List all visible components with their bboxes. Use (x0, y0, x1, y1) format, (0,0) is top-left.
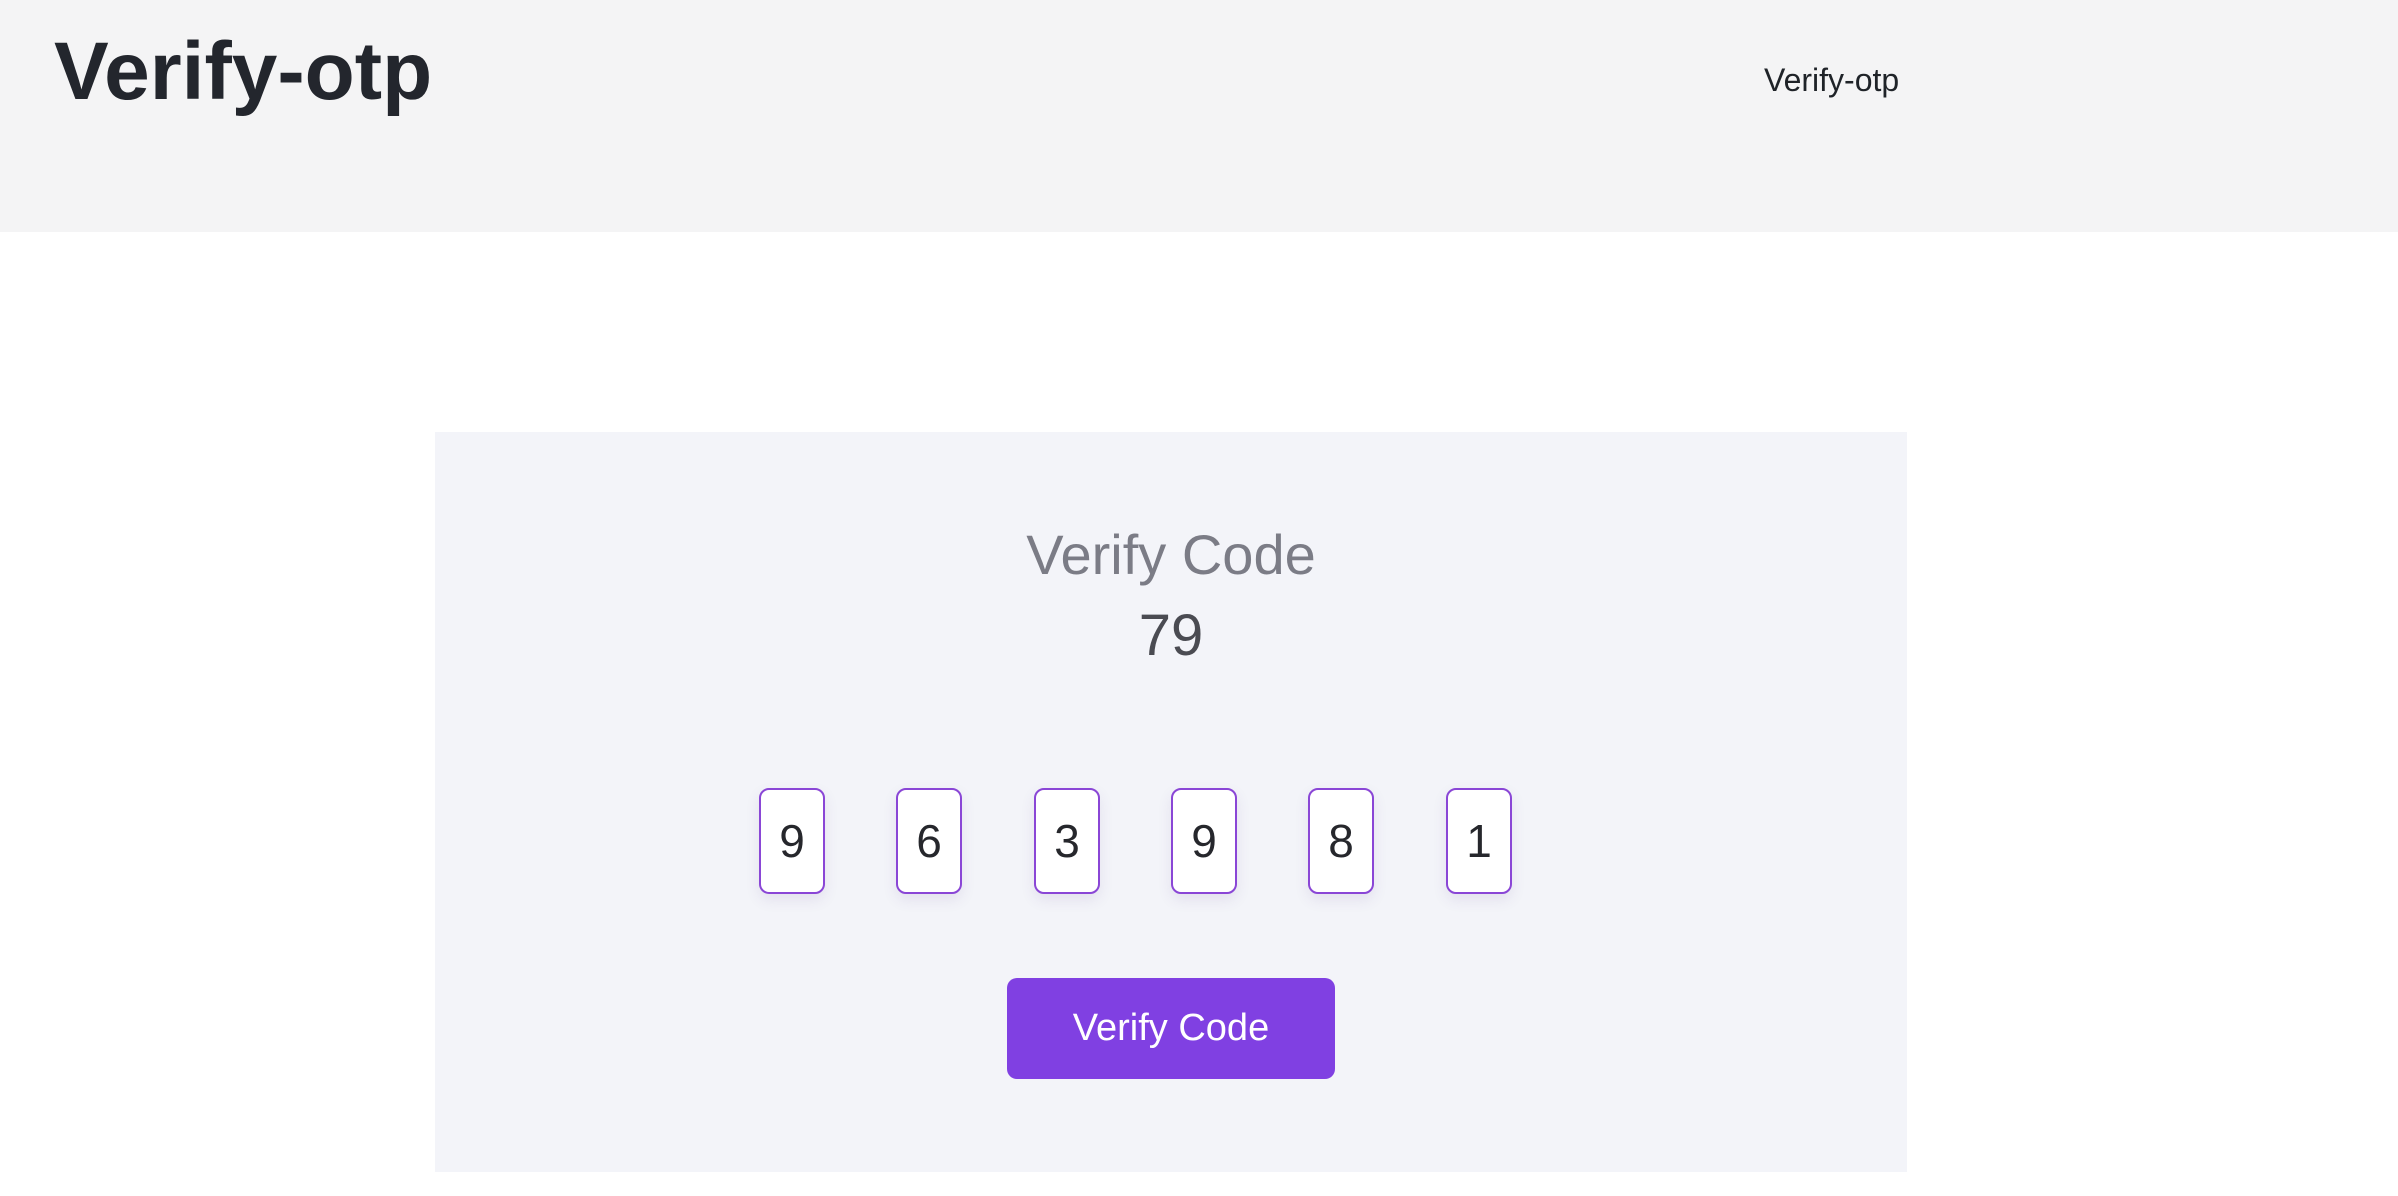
page-header: Verify-otp Verify-otp (0, 0, 2398, 232)
otp-digit-input-5[interactable] (1308, 788, 1374, 894)
countdown-timer: 79 (1138, 603, 1204, 668)
otp-digit-input-1[interactable] (759, 788, 825, 894)
verify-code-button[interactable]: Verify Code (1007, 978, 1335, 1079)
page: Verify-otp Verify-otp Verify Code 79 Ver… (0, 0, 2398, 1196)
otp-digit-input-2[interactable] (896, 788, 962, 894)
otp-digit-input-3[interactable] (1034, 788, 1100, 894)
otp-digit-input-6[interactable] (1446, 788, 1512, 894)
otp-digit-input-4[interactable] (1171, 788, 1237, 894)
card-title: Verify Code (1026, 523, 1316, 586)
page-title: Verify-otp (54, 26, 433, 117)
breadcrumb: Verify-otp (1764, 62, 1900, 98)
